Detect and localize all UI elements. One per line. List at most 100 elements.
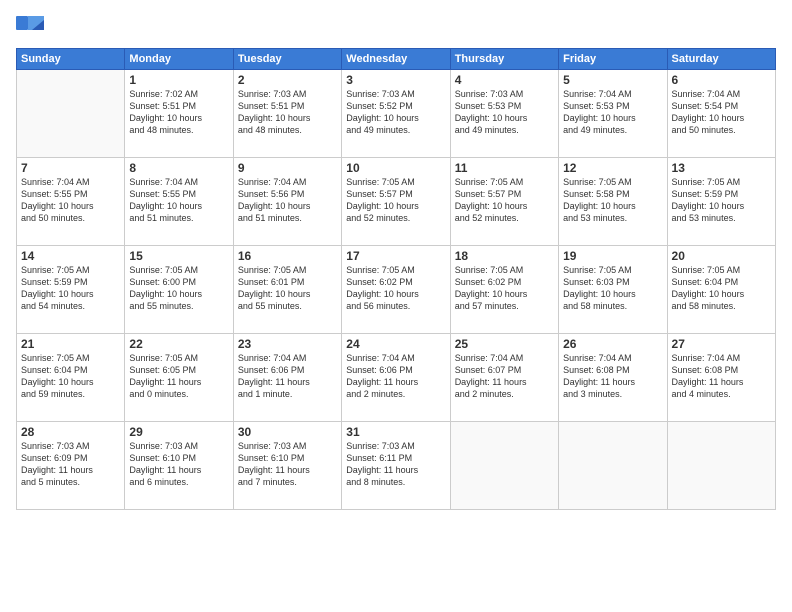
day-number: 30: [238, 425, 337, 439]
calendar-cell: 14Sunrise: 7:05 AM Sunset: 5:59 PM Dayli…: [17, 246, 125, 334]
calendar-cell: 11Sunrise: 7:05 AM Sunset: 5:57 PM Dayli…: [450, 158, 558, 246]
calendar-cell: 3Sunrise: 7:03 AM Sunset: 5:52 PM Daylig…: [342, 70, 450, 158]
cell-info: Sunrise: 7:04 AM Sunset: 6:08 PM Dayligh…: [672, 352, 771, 401]
cell-info: Sunrise: 7:05 AM Sunset: 6:05 PM Dayligh…: [129, 352, 228, 401]
header: [16, 16, 776, 40]
day-number: 19: [563, 249, 662, 263]
day-number: 1: [129, 73, 228, 87]
calendar-cell: 19Sunrise: 7:05 AM Sunset: 6:03 PM Dayli…: [559, 246, 667, 334]
day-number: 22: [129, 337, 228, 351]
day-number: 7: [21, 161, 120, 175]
calendar-cell: 25Sunrise: 7:04 AM Sunset: 6:07 PM Dayli…: [450, 334, 558, 422]
day-number: 17: [346, 249, 445, 263]
day-number: 12: [563, 161, 662, 175]
cell-info: Sunrise: 7:05 AM Sunset: 6:02 PM Dayligh…: [455, 264, 554, 313]
day-number: 23: [238, 337, 337, 351]
calendar-cell: 9Sunrise: 7:04 AM Sunset: 5:56 PM Daylig…: [233, 158, 341, 246]
day-header-tuesday: Tuesday: [233, 49, 341, 70]
calendar-cell: [667, 422, 775, 510]
day-number: 11: [455, 161, 554, 175]
calendar-cell: 24Sunrise: 7:04 AM Sunset: 6:06 PM Dayli…: [342, 334, 450, 422]
day-header-friday: Friday: [559, 49, 667, 70]
cell-info: Sunrise: 7:04 AM Sunset: 6:06 PM Dayligh…: [238, 352, 337, 401]
day-number: 21: [21, 337, 120, 351]
day-header-monday: Monday: [125, 49, 233, 70]
calendar-cell: 22Sunrise: 7:05 AM Sunset: 6:05 PM Dayli…: [125, 334, 233, 422]
day-number: 9: [238, 161, 337, 175]
cell-info: Sunrise: 7:03 AM Sunset: 6:10 PM Dayligh…: [129, 440, 228, 489]
calendar-cell: 20Sunrise: 7:05 AM Sunset: 6:04 PM Dayli…: [667, 246, 775, 334]
day-number: 20: [672, 249, 771, 263]
cell-info: Sunrise: 7:03 AM Sunset: 6:10 PM Dayligh…: [238, 440, 337, 489]
calendar-cell: 21Sunrise: 7:05 AM Sunset: 6:04 PM Dayli…: [17, 334, 125, 422]
day-number: 18: [455, 249, 554, 263]
calendar-cell: 30Sunrise: 7:03 AM Sunset: 6:10 PM Dayli…: [233, 422, 341, 510]
calendar-cell: 29Sunrise: 7:03 AM Sunset: 6:10 PM Dayli…: [125, 422, 233, 510]
calendar-cell: 8Sunrise: 7:04 AM Sunset: 5:55 PM Daylig…: [125, 158, 233, 246]
calendar-cell: [559, 422, 667, 510]
day-number: 6: [672, 73, 771, 87]
logo: [16, 16, 48, 40]
calendar-week-5: 28Sunrise: 7:03 AM Sunset: 6:09 PM Dayli…: [17, 422, 776, 510]
cell-info: Sunrise: 7:02 AM Sunset: 5:51 PM Dayligh…: [129, 88, 228, 137]
cell-info: Sunrise: 7:05 AM Sunset: 6:03 PM Dayligh…: [563, 264, 662, 313]
day-number: 2: [238, 73, 337, 87]
cell-info: Sunrise: 7:04 AM Sunset: 5:55 PM Dayligh…: [21, 176, 120, 225]
calendar-cell: 10Sunrise: 7:05 AM Sunset: 5:57 PM Dayli…: [342, 158, 450, 246]
calendar-cell: [450, 422, 558, 510]
calendar-cell: 7Sunrise: 7:04 AM Sunset: 5:55 PM Daylig…: [17, 158, 125, 246]
cell-info: Sunrise: 7:03 AM Sunset: 6:09 PM Dayligh…: [21, 440, 120, 489]
calendar-cell: 16Sunrise: 7:05 AM Sunset: 6:01 PM Dayli…: [233, 246, 341, 334]
logo-icon: [16, 16, 44, 40]
cell-info: Sunrise: 7:04 AM Sunset: 6:07 PM Dayligh…: [455, 352, 554, 401]
day-number: 28: [21, 425, 120, 439]
cell-info: Sunrise: 7:05 AM Sunset: 6:04 PM Dayligh…: [672, 264, 771, 313]
day-header-saturday: Saturday: [667, 49, 775, 70]
day-number: 25: [455, 337, 554, 351]
cell-info: Sunrise: 7:05 AM Sunset: 5:57 PM Dayligh…: [455, 176, 554, 225]
day-number: 10: [346, 161, 445, 175]
day-number: 13: [672, 161, 771, 175]
day-number: 29: [129, 425, 228, 439]
calendar-week-1: 1Sunrise: 7:02 AM Sunset: 5:51 PM Daylig…: [17, 70, 776, 158]
cell-info: Sunrise: 7:04 AM Sunset: 6:08 PM Dayligh…: [563, 352, 662, 401]
day-number: 24: [346, 337, 445, 351]
cell-info: Sunrise: 7:05 AM Sunset: 5:59 PM Dayligh…: [21, 264, 120, 313]
day-number: 15: [129, 249, 228, 263]
calendar-cell: 5Sunrise: 7:04 AM Sunset: 5:53 PM Daylig…: [559, 70, 667, 158]
cell-info: Sunrise: 7:05 AM Sunset: 5:57 PM Dayligh…: [346, 176, 445, 225]
cell-info: Sunrise: 7:03 AM Sunset: 5:52 PM Dayligh…: [346, 88, 445, 137]
cell-info: Sunrise: 7:03 AM Sunset: 5:51 PM Dayligh…: [238, 88, 337, 137]
cell-info: Sunrise: 7:05 AM Sunset: 6:04 PM Dayligh…: [21, 352, 120, 401]
cell-info: Sunrise: 7:03 AM Sunset: 5:53 PM Dayligh…: [455, 88, 554, 137]
cell-info: Sunrise: 7:05 AM Sunset: 5:59 PM Dayligh…: [672, 176, 771, 225]
calendar-week-3: 14Sunrise: 7:05 AM Sunset: 5:59 PM Dayli…: [17, 246, 776, 334]
day-number: 5: [563, 73, 662, 87]
cell-info: Sunrise: 7:03 AM Sunset: 6:11 PM Dayligh…: [346, 440, 445, 489]
day-number: 16: [238, 249, 337, 263]
day-header-thursday: Thursday: [450, 49, 558, 70]
cell-info: Sunrise: 7:05 AM Sunset: 6:00 PM Dayligh…: [129, 264, 228, 313]
calendar-cell: 12Sunrise: 7:05 AM Sunset: 5:58 PM Dayli…: [559, 158, 667, 246]
calendar-cell: 4Sunrise: 7:03 AM Sunset: 5:53 PM Daylig…: [450, 70, 558, 158]
cell-info: Sunrise: 7:05 AM Sunset: 6:01 PM Dayligh…: [238, 264, 337, 313]
day-header-sunday: Sunday: [17, 49, 125, 70]
calendar-cell: 1Sunrise: 7:02 AM Sunset: 5:51 PM Daylig…: [125, 70, 233, 158]
cell-info: Sunrise: 7:04 AM Sunset: 5:54 PM Dayligh…: [672, 88, 771, 137]
calendar-cell: 27Sunrise: 7:04 AM Sunset: 6:08 PM Dayli…: [667, 334, 775, 422]
calendar-cell: 23Sunrise: 7:04 AM Sunset: 6:06 PM Dayli…: [233, 334, 341, 422]
calendar-header-row: SundayMondayTuesdayWednesdayThursdayFrid…: [17, 49, 776, 70]
calendar-week-2: 7Sunrise: 7:04 AM Sunset: 5:55 PM Daylig…: [17, 158, 776, 246]
cell-info: Sunrise: 7:04 AM Sunset: 6:06 PM Dayligh…: [346, 352, 445, 401]
calendar-cell: 6Sunrise: 7:04 AM Sunset: 5:54 PM Daylig…: [667, 70, 775, 158]
day-number: 8: [129, 161, 228, 175]
calendar-cell: 15Sunrise: 7:05 AM Sunset: 6:00 PM Dayli…: [125, 246, 233, 334]
day-number: 27: [672, 337, 771, 351]
calendar-cell: 26Sunrise: 7:04 AM Sunset: 6:08 PM Dayli…: [559, 334, 667, 422]
cell-info: Sunrise: 7:04 AM Sunset: 5:53 PM Dayligh…: [563, 88, 662, 137]
calendar-cell: 13Sunrise: 7:05 AM Sunset: 5:59 PM Dayli…: [667, 158, 775, 246]
day-number: 4: [455, 73, 554, 87]
day-number: 31: [346, 425, 445, 439]
calendar-cell: 28Sunrise: 7:03 AM Sunset: 6:09 PM Dayli…: [17, 422, 125, 510]
cell-info: Sunrise: 7:05 AM Sunset: 5:58 PM Dayligh…: [563, 176, 662, 225]
